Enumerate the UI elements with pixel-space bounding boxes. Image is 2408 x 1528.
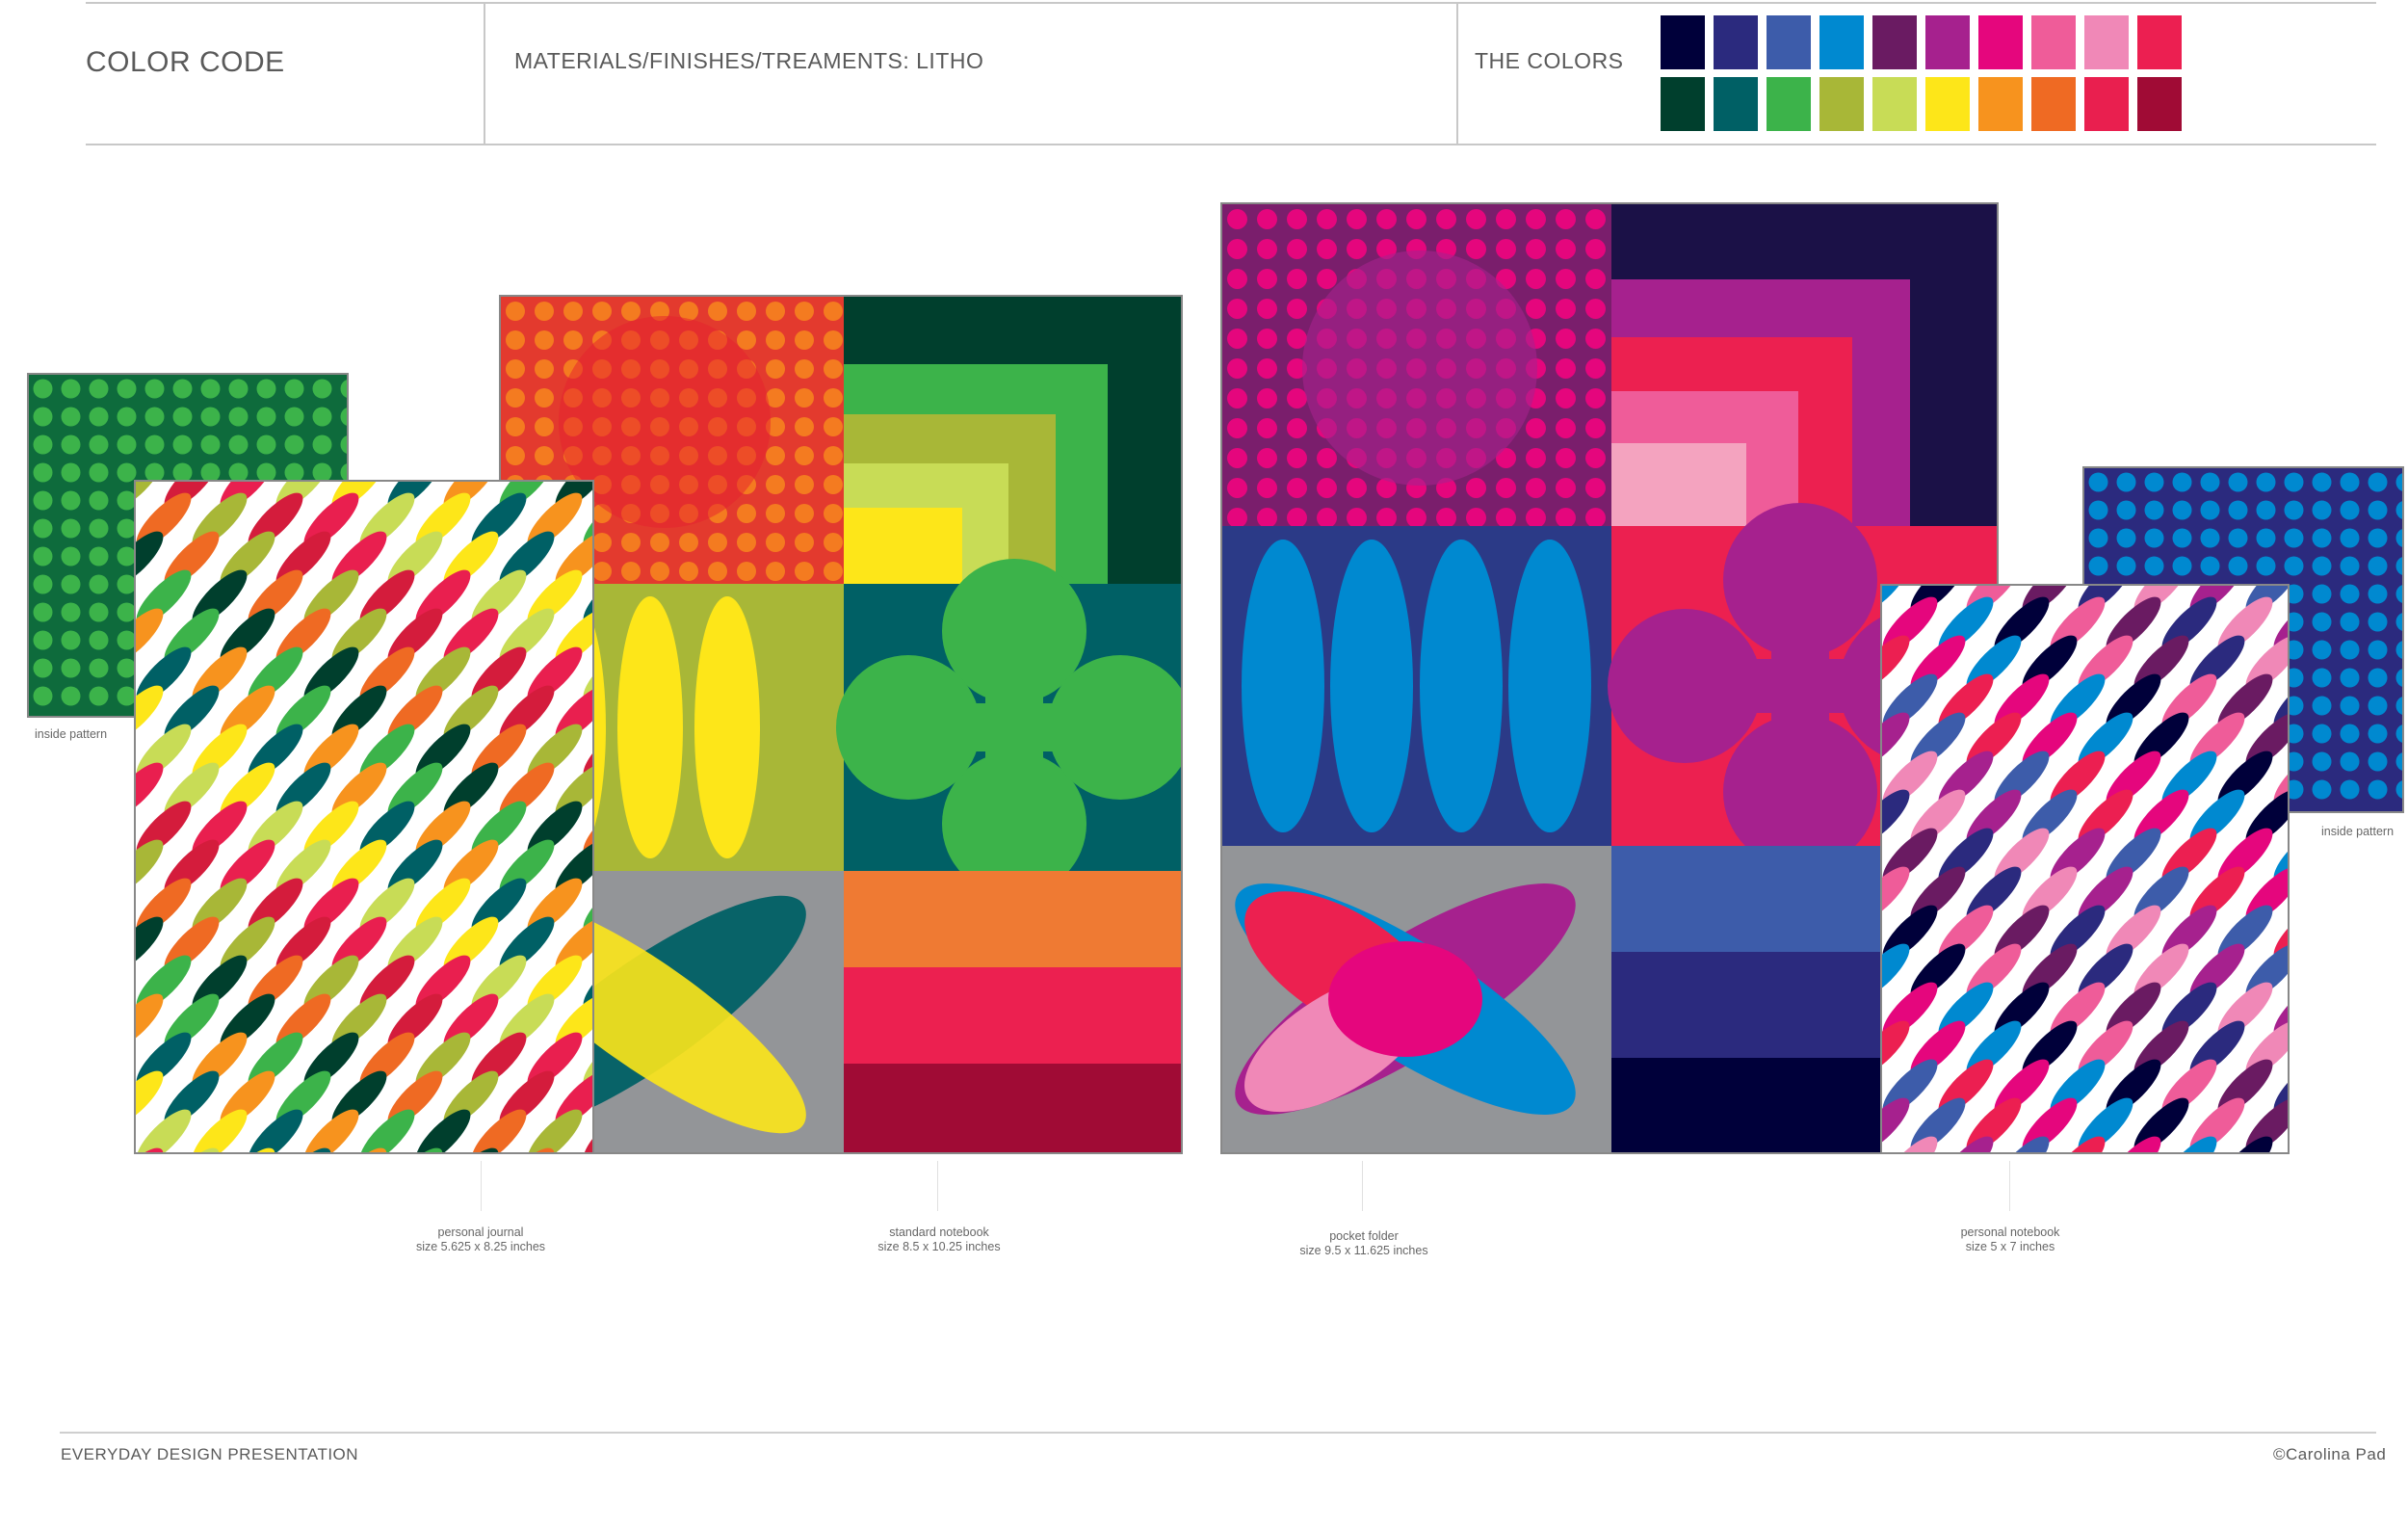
color-code-title: COLOR CODE [86, 46, 285, 78]
caption-name: pocket folder [1329, 1229, 1399, 1243]
caption-name: personal journal [437, 1225, 524, 1239]
caption-standard-notebook: standard notebook size 8.5 x 10.25 inche… [795, 1225, 1084, 1254]
caption-name: personal notebook [1960, 1225, 2060, 1239]
color-swatch [2137, 77, 2182, 131]
color-swatch [2084, 77, 2129, 131]
color-swatch [1661, 15, 1705, 69]
inside-pattern-label-right: inside pattern [2321, 825, 2395, 838]
caption-size: size 9.5 x 11.625 inches [1299, 1244, 1428, 1257]
color-swatch [1714, 15, 1758, 69]
standard-notebook-cover [499, 295, 1183, 1154]
caption-personal-journal: personal journal size 5.625 x 8.25 inche… [336, 1225, 625, 1254]
color-swatch [1978, 77, 2023, 131]
materials-label: MATERIALS/FINISHES/TREAMENTS: LITHO [514, 48, 984, 73]
inside-pattern-label-left: inside pattern [35, 727, 108, 741]
caption-tick-3 [1362, 1161, 1363, 1211]
color-swatch [1767, 77, 1811, 131]
caption-tick-1 [481, 1161, 482, 1211]
header-top-rule [86, 2, 2376, 4]
color-swatch [2031, 77, 2076, 131]
color-swatch [1978, 15, 2023, 69]
caption-tick-4 [2009, 1161, 2010, 1211]
caption-size: size 5 x 7 inches [1965, 1240, 2055, 1253]
color-swatch [1767, 15, 1811, 69]
header-divider-2 [1456, 2, 1458, 145]
color-swatch [1872, 15, 1917, 69]
caption-tick-2 [937, 1161, 938, 1211]
color-swatch [1819, 15, 1864, 69]
color-swatch [2084, 15, 2129, 69]
color-swatch [1925, 77, 1970, 131]
color-swatch [2031, 15, 2076, 69]
footer-copyright: ©Carolina Pad [2273, 1445, 2387, 1463]
footer-rule [60, 1432, 2376, 1434]
color-swatch [1819, 77, 1864, 131]
caption-size: size 5.625 x 8.25 inches [415, 1240, 546, 1253]
personal-journal-cover [134, 480, 594, 1154]
caption-pocket-folder: pocket folder size 9.5 x 11.625 inches [1219, 1229, 1508, 1258]
color-swatch [1714, 77, 1758, 131]
color-swatch [2137, 15, 2182, 69]
caption-personal-notebook: personal notebook size 5 x 7 inches [1866, 1225, 2155, 1254]
personal-notebook-cover [1880, 584, 2290, 1154]
caption-name: standard notebook [889, 1225, 989, 1239]
the-colors-label: THE COLORS [1475, 48, 1624, 73]
footer-left-text: EVERYDAY DESIGN PRESENTATION [61, 1445, 359, 1463]
header-divider-1 [484, 2, 485, 145]
caption-size: size 8.5 x 10.25 inches [877, 1240, 1001, 1253]
header-bottom-rule [86, 144, 2376, 145]
color-swatch [1661, 77, 1705, 131]
color-swatch [1872, 77, 1917, 131]
color-swatch [1925, 15, 1970, 69]
